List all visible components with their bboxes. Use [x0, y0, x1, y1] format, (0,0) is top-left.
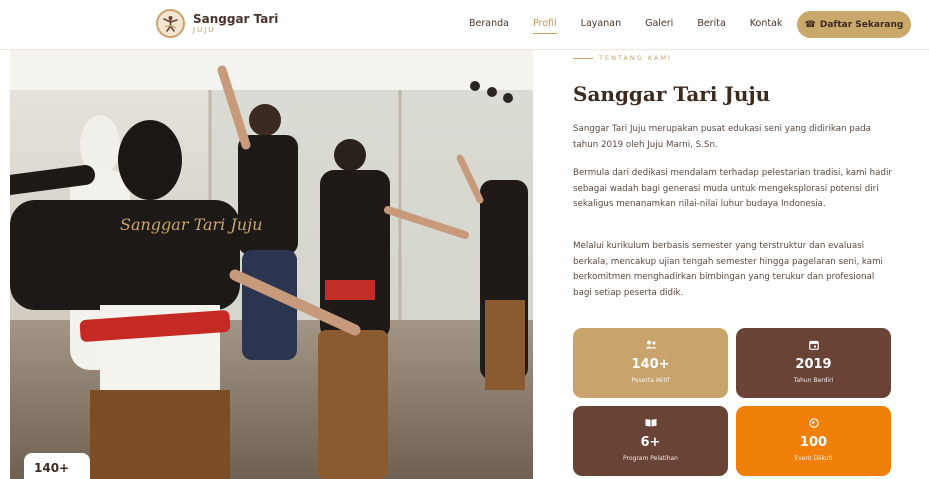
register-button[interactable]: ☎ Daftar Sekarang — [797, 11, 911, 38]
nav-layanan[interactable]: Layanan — [581, 18, 621, 34]
brand-sub: JUJU — [193, 25, 216, 34]
photo-stat-badge: 140+ — [24, 453, 90, 479]
stat-label: Event Diikuti — [794, 455, 833, 462]
dance-class-photo: Sanggar Tari Juju — [10, 50, 533, 479]
users-icon — [573, 340, 728, 351]
nav-kontak[interactable]: Kontak — [750, 18, 783, 34]
eyebrow-label: TENTANG KAMI — [599, 54, 672, 62]
main-nav: Beranda Profil Layanan Galeri Berita Kon… — [469, 18, 806, 34]
dancer-logo-icon — [156, 9, 185, 38]
nav-profil[interactable]: Profil — [532, 18, 557, 34]
stat-card-founded: 2019 Tahun Berdiri — [736, 328, 891, 398]
stat-label: Tahun Berdiri — [793, 377, 834, 384]
stat-card-programs: 6+ Program Pelatihan — [573, 406, 728, 476]
eyebrow-divider — [573, 57, 593, 59]
stat-card-participants: 140+ Peserta Aktif — [573, 328, 728, 398]
stat-card-events: 100 Event Diikuti — [736, 406, 891, 476]
stat-label: Peserta Aktif — [631, 377, 670, 384]
svg-text:Sanggar Tari Juju: Sanggar Tari Juju — [120, 215, 262, 234]
site-header: Sanggar Tari JUJU Beranda Profil Layanan… — [0, 0, 929, 50]
book-icon — [573, 418, 728, 429]
nav-galeri[interactable]: Galeri — [645, 18, 673, 34]
section-eyebrow: TENTANG KAMI — [573, 54, 672, 62]
nav-beranda[interactable]: Beranda — [469, 18, 509, 34]
register-button-label: Daftar Sekarang — [819, 19, 904, 30]
about-paragraph-1: Sanggar Tari Juju merupakan pusat edukas… — [573, 124, 872, 150]
nav-berita[interactable]: Berita — [697, 18, 725, 34]
brand-logo[interactable]: Sanggar Tari JUJU — [156, 9, 278, 38]
stat-label: Program Pelatihan — [623, 455, 678, 462]
about-paragraph-2: Bermula dari dedikasi mendalam terhadap … — [573, 168, 893, 209]
stat-value: 140+ — [631, 357, 670, 372]
calendar-icon — [736, 340, 891, 351]
globe-icon — [736, 418, 891, 429]
stat-value: 100 — [799, 435, 828, 450]
brand-name: Sanggar Tari — [193, 11, 279, 26]
about-paragraph-3: Melalui kurikulum berbasis semester yang… — [573, 241, 883, 298]
section-title: Sanggar Tari Juju — [573, 82, 771, 106]
stat-value: 6+ — [640, 435, 661, 450]
whatsapp-icon: ☎ — [804, 19, 816, 30]
stat-value: 2019 — [795, 357, 832, 372]
